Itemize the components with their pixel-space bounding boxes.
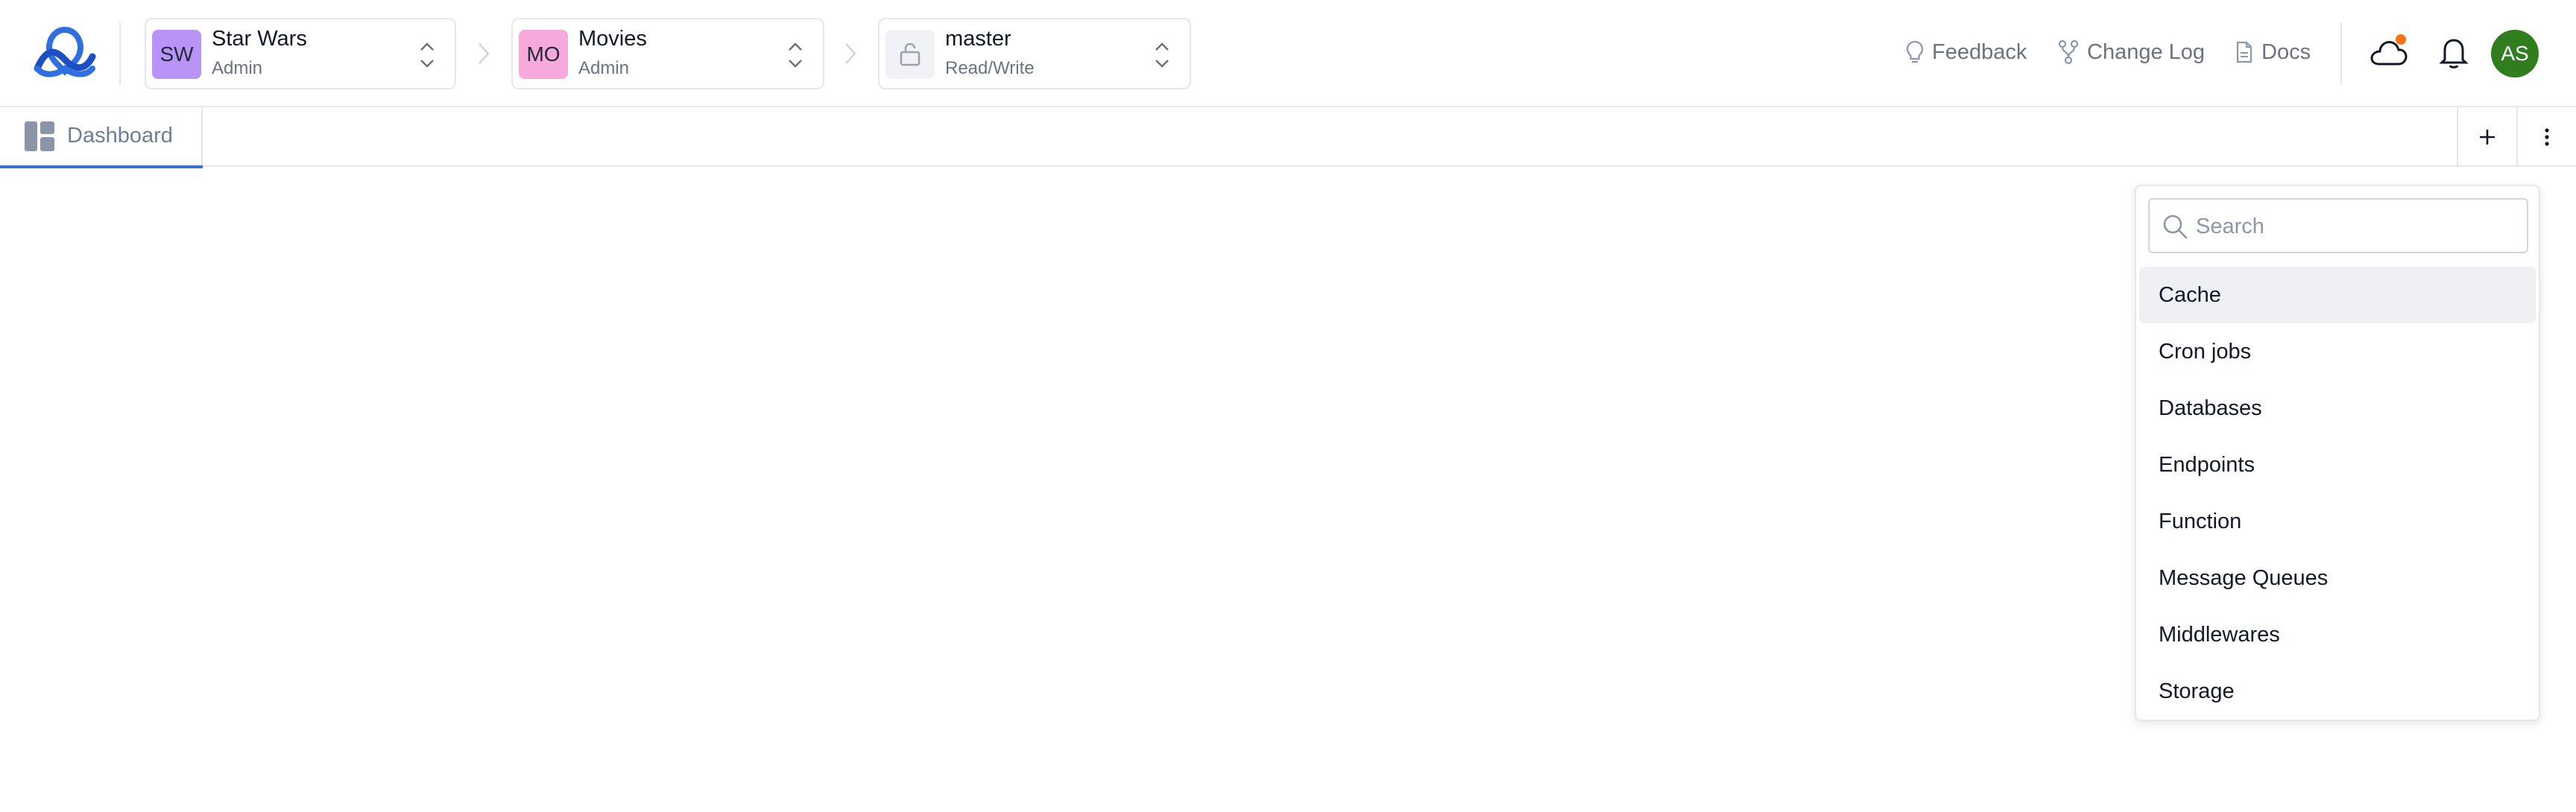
branch-mode: Read/Write bbox=[945, 58, 1035, 78]
plus-icon bbox=[2480, 130, 2495, 145]
git-branch-icon bbox=[2058, 39, 2079, 65]
menu-item-storage[interactable]: Storage bbox=[2139, 663, 2536, 720]
app-logo[interactable] bbox=[33, 27, 97, 79]
dashboard-layout-icon bbox=[25, 121, 54, 151]
tab-label: Dashboard bbox=[67, 124, 173, 148]
lock-open-icon bbox=[900, 42, 921, 66]
branch-icon-box bbox=[886, 30, 935, 79]
branch-name: master bbox=[945, 27, 1011, 51]
org-name: Star Wars bbox=[212, 27, 307, 51]
menu-item-cache[interactable]: Cache bbox=[2139, 267, 2536, 323]
logo-divider bbox=[119, 22, 121, 85]
chevron-up-down-icon bbox=[1155, 42, 1169, 68]
org-avatar: SW bbox=[152, 30, 201, 79]
active-tab-indicator bbox=[0, 165, 203, 168]
org-role: Admin bbox=[212, 58, 263, 78]
tab-bar: Dashboard bbox=[0, 107, 2576, 168]
top-bar: SW Star Wars Admin MO Movies Admin maste… bbox=[0, 0, 2576, 107]
menu-item-endpoints[interactable]: Endpoints bbox=[2139, 437, 2536, 493]
chevron-right-icon bbox=[845, 43, 856, 64]
feedback-link[interactable]: Feedback bbox=[1905, 37, 2027, 67]
tab-dashboard[interactable]: Dashboard bbox=[0, 107, 203, 168]
project-name: Movies bbox=[578, 27, 647, 51]
document-icon bbox=[2236, 41, 2253, 63]
menu-item-cron-jobs[interactable]: Cron jobs bbox=[2139, 323, 2536, 380]
chevron-up-down-icon bbox=[789, 42, 802, 68]
docs-link[interactable]: Docs bbox=[2235, 37, 2311, 67]
tab-more-button[interactable] bbox=[2516, 107, 2576, 167]
add-tab-button[interactable] bbox=[2457, 107, 2516, 167]
links-divider bbox=[2340, 22, 2342, 85]
cloud-status-dot bbox=[2396, 34, 2406, 45]
add-widget-dropdown: Cache Cron jobs Databases Endpoints Func… bbox=[2135, 185, 2540, 721]
project-avatar: MO bbox=[519, 30, 568, 79]
search-input[interactable] bbox=[2196, 210, 2516, 243]
changelog-link[interactable]: Change Log bbox=[2057, 37, 2205, 67]
bell-icon[interactable] bbox=[2439, 34, 2469, 70]
chevron-up-down-icon bbox=[420, 42, 434, 68]
lightbulb-icon bbox=[1906, 40, 1924, 63]
org-selector[interactable]: SW Star Wars Admin bbox=[145, 18, 456, 89]
menu-item-function[interactable]: Function bbox=[2139, 493, 2536, 550]
menu-item-middlewares[interactable]: Middlewares bbox=[2139, 606, 2536, 663]
dropdown-menu: Cache Cron jobs Databases Endpoints Func… bbox=[2139, 267, 2536, 720]
menu-item-message-queues[interactable]: Message Queues bbox=[2139, 550, 2536, 606]
project-role: Admin bbox=[578, 58, 630, 78]
user-avatar[interactable]: AS bbox=[2491, 30, 2539, 77]
vertical-ellipsis-icon bbox=[2545, 128, 2549, 146]
feedback-label: Feedback bbox=[1932, 39, 2027, 64]
chevron-right-icon bbox=[479, 43, 490, 64]
dropdown-search bbox=[2148, 198, 2528, 253]
project-selector[interactable]: MO Movies Admin bbox=[511, 18, 824, 89]
changelog-label: Change Log bbox=[2087, 39, 2206, 64]
search-icon bbox=[2163, 215, 2188, 239]
branch-selector[interactable]: master Read/Write bbox=[878, 18, 1191, 89]
menu-item-databases[interactable]: Databases bbox=[2139, 380, 2536, 437]
docs-label: Docs bbox=[2261, 39, 2311, 64]
